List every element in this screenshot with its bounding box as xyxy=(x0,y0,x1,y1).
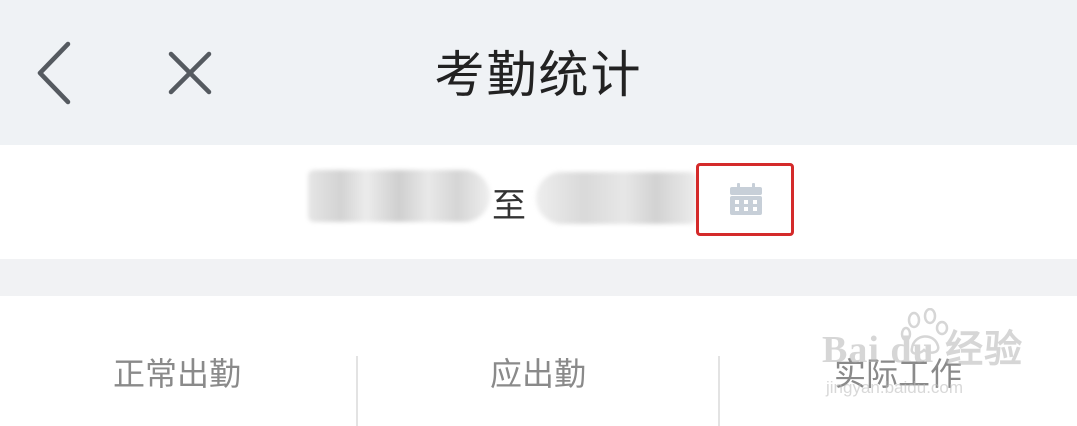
start-date-redacted[interactable] xyxy=(308,170,490,222)
end-date-redacted[interactable] xyxy=(536,172,696,224)
page-title: 考勤统计 xyxy=(434,46,643,104)
date-range-separator: 至 xyxy=(492,186,526,226)
paw-icon xyxy=(900,308,949,355)
section-gap xyxy=(0,259,1077,296)
divider xyxy=(718,356,720,426)
nav-bar: 考勤统计 xyxy=(0,0,1077,145)
stat-normal-attendance[interactable]: 正常出勤 xyxy=(52,352,302,396)
stat-required-attendance[interactable]: 应出勤 xyxy=(413,352,663,396)
watermark-url: jingyan.baidu.com xyxy=(826,378,964,397)
calendar-button[interactable] xyxy=(696,163,794,236)
calendar-icon xyxy=(730,183,762,215)
baidu-jingyan-watermark: Bai du 经验 jingyan.baidu.com xyxy=(822,308,1032,408)
divider xyxy=(356,356,358,426)
